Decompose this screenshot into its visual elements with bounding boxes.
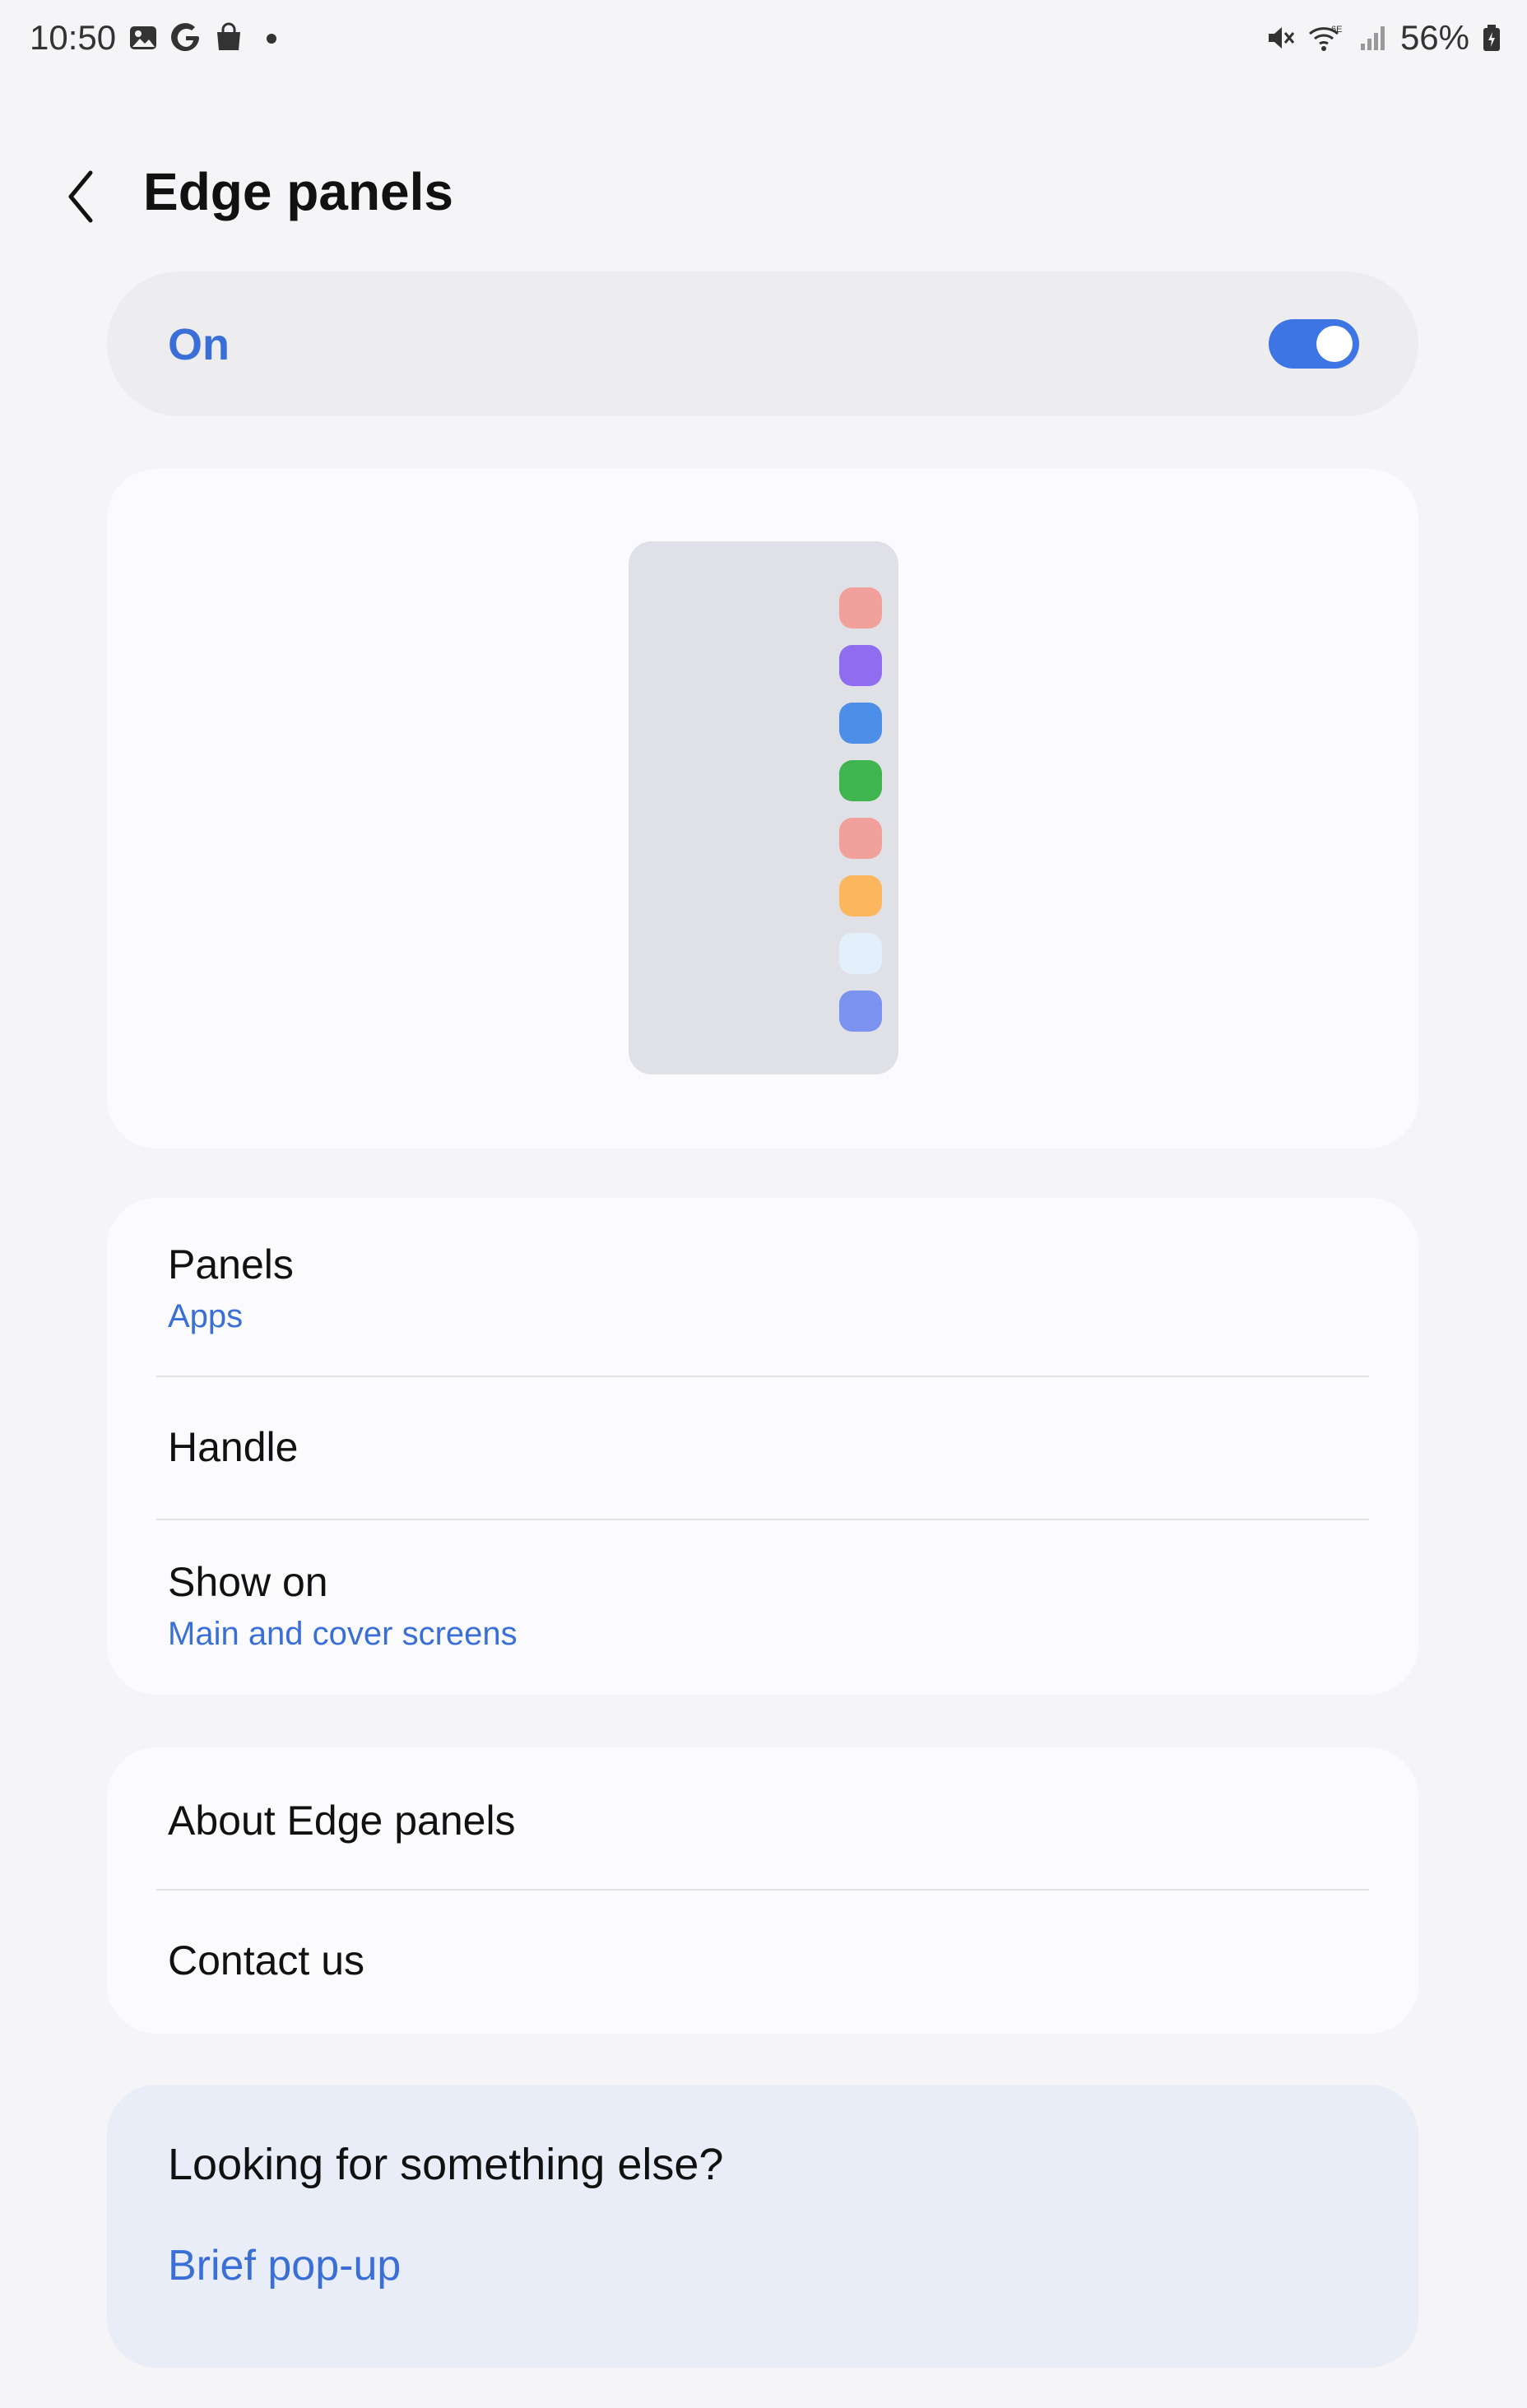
preview-app-icon: [839, 991, 882, 1032]
edge-panel-preview-card: [107, 469, 1418, 1148]
handle-title: Handle: [168, 1424, 299, 1470]
suggestion-title: Looking for something else?: [168, 2140, 724, 2189]
handle-row[interactable]: Handle: [107, 1377, 1418, 1517]
status-bar: 10:50 6E 56%: [0, 0, 1527, 79]
contact-title: Contact us: [168, 1937, 365, 1983]
shopping-bag-icon: [213, 22, 244, 53]
chevron-left-icon: [68, 170, 93, 223]
signal-icon: [1358, 22, 1389, 53]
svg-text:6E: 6E: [1331, 25, 1342, 35]
preview-app-icon: [839, 703, 882, 744]
battery-icon: [1481, 22, 1502, 53]
panels-subtitle: Apps: [168, 1298, 244, 1334]
master-toggle[interactable]: [1269, 319, 1359, 369]
about-row[interactable]: About Edge panels: [107, 1747, 1418, 1889]
preview-app-icon: [839, 875, 882, 916]
preview-app-icon: [839, 587, 882, 629]
status-bar-right: 6E 56%: [1265, 18, 1502, 58]
toggle-knob: [1316, 326, 1353, 362]
edge-panel-preview-illustration: [629, 541, 898, 1074]
battery-percentage: 56%: [1399, 18, 1469, 57]
panels-row[interactable]: Panels Apps: [107, 1198, 1418, 1376]
wifi-6e-icon: 6E: [1308, 22, 1346, 53]
master-switch-bar[interactable]: On: [107, 271, 1418, 416]
suggestion-card: Looking for something else? Brief pop-up: [107, 2085, 1418, 2368]
page-title: Edge panels: [143, 162, 453, 221]
panels-title: Panels: [168, 1241, 294, 1288]
show-on-subtitle: Main and cover screens: [168, 1616, 518, 1652]
back-button[interactable]: [54, 160, 107, 234]
image-icon: [128, 22, 159, 53]
preview-app-icon: [839, 645, 882, 686]
app-header: Edge panels: [0, 148, 1527, 247]
preview-app-icon: [839, 818, 882, 859]
mute-icon: [1265, 22, 1297, 53]
preview-app-icon: [839, 760, 882, 801]
status-time: 10:50: [30, 18, 117, 57]
status-bar-left: 10:50: [30, 18, 287, 58]
google-icon: [170, 22, 202, 53]
show-on-row[interactable]: Show on Main and cover screens: [107, 1520, 1418, 1695]
contact-row[interactable]: Contact us: [107, 1891, 1418, 2034]
about-title: About Edge panels: [168, 1798, 516, 1844]
brief-pop-up-link[interactable]: Brief pop-up: [168, 2241, 401, 2290]
preview-app-icon: [839, 933, 882, 974]
master-switch-label: On: [168, 320, 230, 369]
dot-icon: [256, 22, 287, 53]
show-on-title: Show on: [168, 1559, 328, 1605]
settings-group-main: Panels Apps Handle Show on Main and cove…: [107, 1198, 1418, 1695]
settings-group-info: About Edge panels Contact us: [107, 1747, 1418, 2034]
